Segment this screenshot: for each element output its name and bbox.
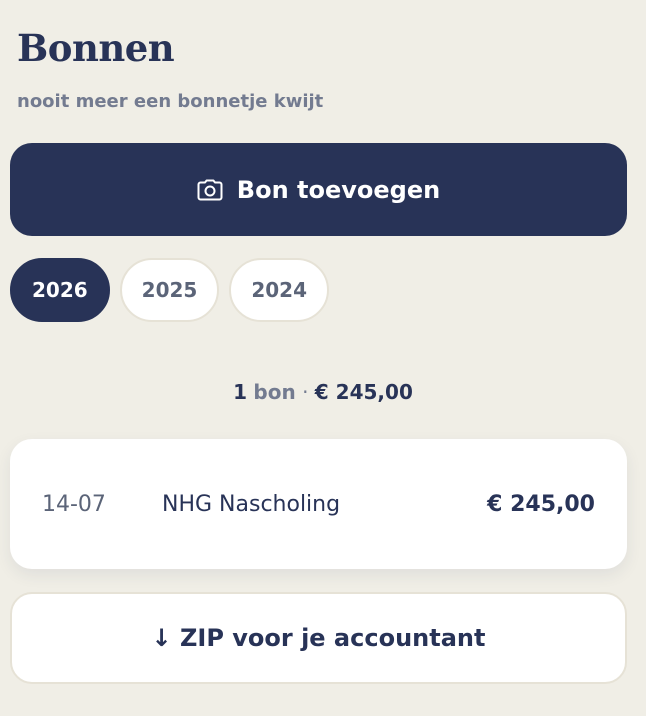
page-title: Bonnen [17,26,175,70]
receipt-row[interactable]: 14-07 NHG Nascholing € 245,00 [10,439,627,569]
receipt-total: € 245,00 [314,380,413,404]
year-tab-2024[interactable]: 2024 [229,258,330,322]
summary-separator: · [302,380,309,404]
receipt-name: NHG Nascholing [162,491,341,517]
receipt-date: 14-07 [42,491,106,517]
camera-icon [197,179,223,201]
receipt-count: 1 [233,380,248,404]
receipt-count-unit: bon [253,380,296,404]
add-receipt-label: Bon toevoegen [236,175,441,204]
zip-download-button[interactable]: ↓ ZIP voor je accountant [10,592,627,684]
year-tab-2025[interactable]: 2025 [119,258,220,322]
receipt-summary: 1 bon · € 245,00 [0,380,646,404]
zip-download-label: ↓ ZIP voor je accountant [151,624,486,652]
year-filter: 2026 2025 2024 [10,258,330,322]
receipt-amount: € 245,00 [487,491,595,517]
add-receipt-button[interactable]: Bon toevoegen [10,143,627,236]
year-tab-2026[interactable]: 2026 [10,258,110,322]
page-subtitle: nooit meer een bonnetje kwijt [17,91,324,112]
